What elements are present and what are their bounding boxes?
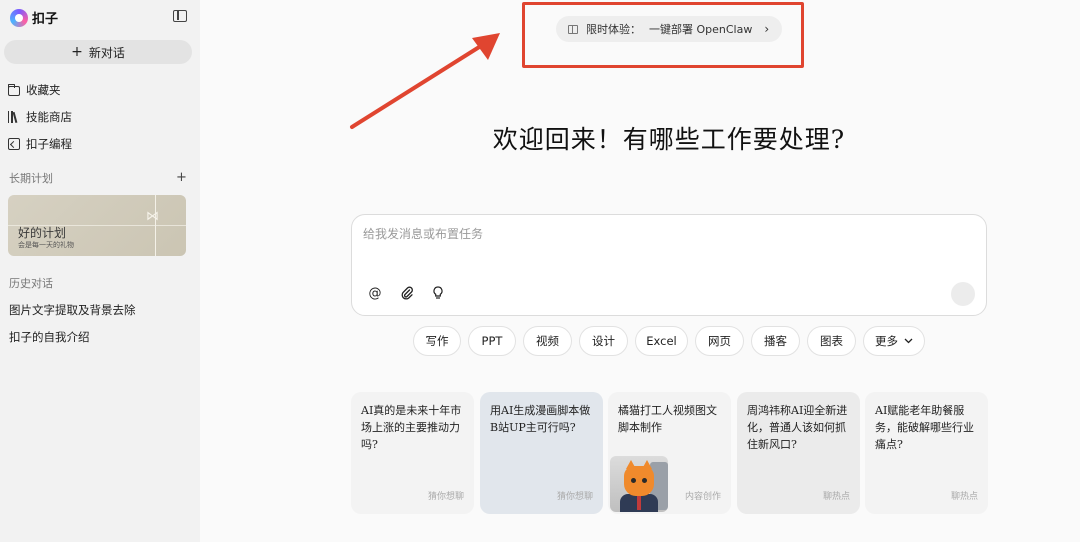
chevron-down-icon [904,338,913,344]
chip-label: 设计 [592,334,615,348]
cat-office-worker-thumbnail [610,456,668,512]
suggestion-card[interactable]: 用AI生成漫画脚本做B站UP主可行吗? 猜你想聊 [480,392,603,514]
lightbulb-icon[interactable] [426,281,450,305]
chip-podcast[interactable]: 播客 [751,326,800,356]
suggestion-tag: 聊热点 [822,492,850,502]
chip-video[interactable]: 视频 [523,326,572,356]
chip-excel[interactable]: Excel [635,326,688,356]
message-composer: @ [351,214,987,316]
suggestion-text: AI赋能老年助餐服务，能破解哪些行业痛点? [875,404,974,451]
suggestion-text: 橘猫打工人视频图文脚本制作 [618,404,717,434]
suggestion-card[interactable]: 周鸿祎称AI迎全新进化，普通人该如何抓住新风口? 聊热点 [737,392,860,514]
suggestion-card[interactable]: AI真的是未来十年市场上涨的主要推动力吗? 猜你想聊 [351,392,474,514]
suggestion-card[interactable]: AI赋能老年助餐服务，能破解哪些行业痛点? 聊热点 [865,392,988,514]
at-icon[interactable]: @ [363,281,387,305]
chip-label: 视频 [536,334,559,348]
chip-design[interactable]: 设计 [579,326,628,356]
suggestion-card[interactable]: 橘猫打工人视频图文脚本制作 内容创作 [608,392,731,514]
suggestion-text: 周鸿祎称AI迎全新进化，普通人该如何抓住新风口? [747,404,848,451]
message-input[interactable] [363,227,963,241]
suggestion-text: AI真的是未来十年市场上涨的主要推动力吗? [361,404,462,451]
suggestion-tag: 猜你想聊 [556,492,593,502]
chip-label: Excel [646,334,677,348]
suggestion-text: 用AI生成漫画脚本做B站UP主可行吗? [490,404,591,434]
welcome-heading: 欢迎回来！有哪些工作要处理? [492,125,846,154]
chip-webpage[interactable]: 网页 [695,326,744,356]
paperclip-icon[interactable] [395,281,419,305]
chip-label: 写作 [425,334,449,348]
suggestion-tag: 聊热点 [950,492,978,502]
chip-ppt[interactable]: PPT [468,326,516,356]
chip-writing[interactable]: 写作 [413,326,461,356]
chip-label: PPT [481,334,503,348]
chip-label: 播客 [764,334,787,348]
suggestion-tag: 内容创作 [684,492,721,502]
chip-label: 图表 [820,334,843,348]
chip-label: 更多 [875,334,898,348]
suggestion-tag: 猜你想聊 [427,492,464,502]
chip-label: 网页 [708,334,731,348]
chip-more[interactable]: 更多 [863,326,925,356]
chip-chart[interactable]: 图表 [807,326,856,356]
send-button[interactable] [951,282,975,306]
